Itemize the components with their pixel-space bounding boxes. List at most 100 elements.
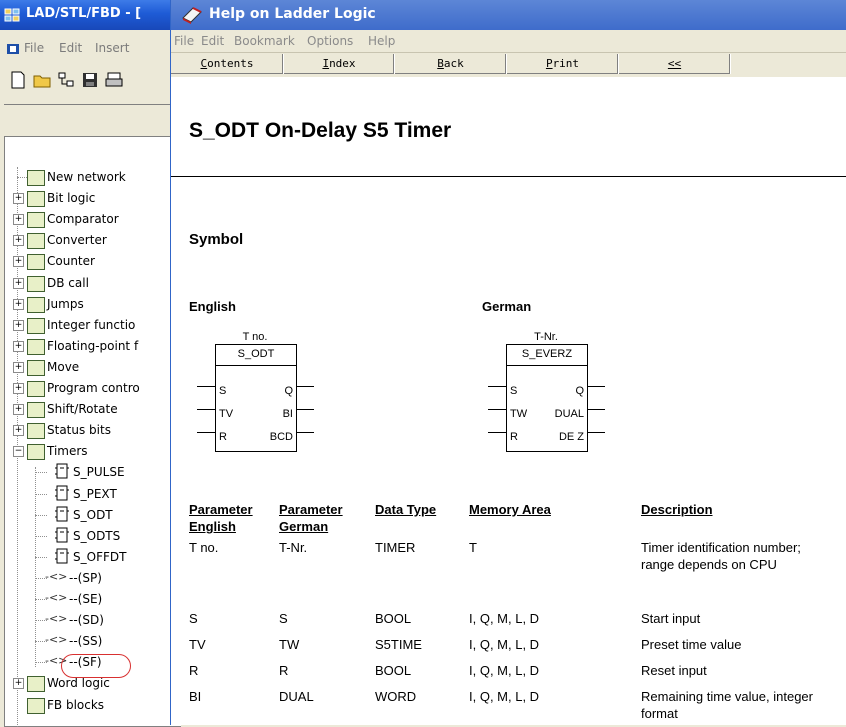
tree-item-label: S_PULSE [73, 465, 125, 480]
new-file-icon[interactable] [8, 70, 28, 90]
tree-item-program-contro[interactable]: + Program contro [5, 378, 181, 399]
param-english-cell: BI [189, 689, 202, 704]
index-button[interactable]: Index [284, 54, 395, 74]
description-cell: Preset time value [641, 637, 742, 652]
counter-icon [27, 254, 45, 271]
tree-item-floating-point-f[interactable]: + Floating-point f [5, 336, 181, 357]
header-memory-area: Memory Area [469, 502, 551, 517]
expand-icon[interactable]: + [13, 277, 24, 289]
description-cell: Timer identification number; range depen… [641, 540, 801, 572]
tree-guide-line [35, 556, 47, 558]
expand-icon[interactable]: + [13, 383, 24, 394]
tree-item-jumps[interactable]: + Jumps [5, 294, 181, 315]
tree-item-label: Floating-point f [47, 338, 139, 353]
status-bits-icon [27, 423, 45, 440]
coil-icon: -<> [45, 569, 68, 583]
tree-item-converter[interactable]: + Converter [5, 230, 181, 251]
tree-item-move[interactable]: + Move [5, 357, 181, 378]
param-english-cell: TV [189, 637, 206, 652]
collapse-icon[interactable]: − [13, 446, 24, 458]
param-german-cell: S [279, 611, 288, 626]
german-pin-tw: TW [510, 408, 528, 420]
wire [296, 432, 314, 433]
tree-item-s-pulse[interactable]: S_PULSE [5, 462, 181, 483]
tree-item-s-offdt[interactable]: S_OFFDT [5, 547, 181, 568]
german-pin-dual: DUAL [554, 408, 584, 420]
expand-icon[interactable]: + [13, 361, 24, 373]
help-titlebar[interactable]: Help on Ladder Logic [171, 0, 846, 30]
english-block-box: S_ODT S TV R Q BI BCD [215, 344, 297, 452]
timer-block-icon [55, 463, 69, 479]
save-icon[interactable] [80, 70, 100, 90]
contents-button[interactable]: Contents [171, 54, 284, 74]
tree-item--sd-[interactable]: -<> --(SD) [5, 610, 181, 631]
tree-item-comparator[interactable]: + Comparator [5, 209, 181, 230]
description-cell: Remaining time value, integer format [641, 689, 813, 721]
print-button[interactable]: Print [507, 54, 619, 74]
open-folder-icon[interactable] [32, 70, 52, 90]
tree-item-s-pext[interactable]: S_PEXT [5, 484, 181, 505]
menu-file[interactable]: File [24, 41, 44, 55]
menu-edit[interactable]: Edit [59, 41, 82, 55]
tree-item-integer-functio[interactable]: + Integer functio [5, 315, 181, 336]
title-divider [171, 176, 846, 177]
tree-item--ss-[interactable]: -<> --(SS) [5, 631, 181, 652]
tree-item-label: DB call [47, 275, 89, 290]
comparator-icon [27, 212, 45, 229]
browse-back-button[interactable]: << [619, 54, 731, 74]
english-heading: English [189, 299, 236, 314]
tree-guide-line [35, 493, 47, 495]
description-cell: Start input [641, 611, 701, 626]
tree-item-s-odt[interactable]: S_ODT [5, 505, 181, 526]
expand-icon[interactable]: + [13, 235, 24, 247]
tree-item-shift-rotate[interactable]: + Shift/Rotate [5, 399, 181, 420]
network-icon[interactable] [56, 70, 76, 90]
english-pin-r: R [219, 431, 227, 443]
document-icon [7, 44, 19, 54]
tree-item-status-bits[interactable]: + Status bits [5, 420, 181, 441]
print-icon[interactable] [104, 70, 124, 90]
help-window: Help on Ladder Logic File Edit Bookmark … [170, 0, 846, 725]
help-menu-file[interactable]: File [174, 34, 194, 48]
help-menu-edit[interactable]: Edit [201, 34, 224, 48]
tree-item-label: Integer functio [47, 317, 136, 332]
tree-item-bit-logic[interactable]: + Bit logic [5, 188, 181, 209]
menu-insert[interactable]: Insert [95, 41, 129, 55]
tree-item-label: S_ODT [73, 507, 113, 522]
expand-icon[interactable]: + [13, 256, 24, 268]
tree-item-fb-blocks[interactable]: FB blocks [5, 695, 181, 716]
expand-icon[interactable]: + [13, 214, 24, 226]
wire [587, 409, 605, 410]
coil-icon: -<> [45, 633, 68, 647]
tree-guide-line [35, 535, 47, 537]
help-menu-bookmark[interactable]: Bookmark [234, 34, 295, 48]
expand-icon[interactable]: + [13, 340, 24, 352]
tree-item--se-[interactable]: -<> --(SE) [5, 589, 181, 610]
expand-icon[interactable]: + [13, 678, 24, 690]
tree-item-timers[interactable]: − Timers [5, 441, 181, 462]
help-menu-options[interactable]: Options [307, 34, 353, 48]
tree-item-s-odts[interactable]: S_ODTS [5, 526, 181, 547]
tree-item--sp-[interactable]: -<> --(SP) [5, 568, 181, 589]
tree-item-db-call[interactable]: + DB call [5, 273, 181, 294]
tree-item-counter[interactable]: + Counter [5, 251, 181, 272]
expand-icon[interactable]: + [13, 404, 24, 416]
tree-item-new-network[interactable]: New network [5, 167, 181, 188]
back-button[interactable]: Back [395, 54, 507, 74]
wire [488, 432, 506, 433]
tree-item-label: Move [47, 359, 80, 374]
wire [296, 409, 314, 410]
expand-icon[interactable]: + [13, 425, 24, 437]
memory-area-cell: I, Q, M, L, D [469, 637, 540, 652]
help-title: Help on Ladder Logic [209, 6, 376, 22]
header-parameter-english: Parameter English [189, 502, 253, 534]
tree-item-label: Timers [47, 444, 88, 459]
expand-icon[interactable]: + [13, 319, 24, 331]
help-menu-help[interactable]: Help [368, 34, 395, 48]
memory-area-cell: I, Q, M, L, D [469, 663, 540, 678]
param-english-cell: S [189, 611, 198, 626]
expand-icon[interactable]: + [13, 298, 24, 310]
english-pin-bi: BI [282, 408, 293, 420]
wire [296, 386, 314, 387]
expand-icon[interactable]: + [13, 193, 24, 205]
